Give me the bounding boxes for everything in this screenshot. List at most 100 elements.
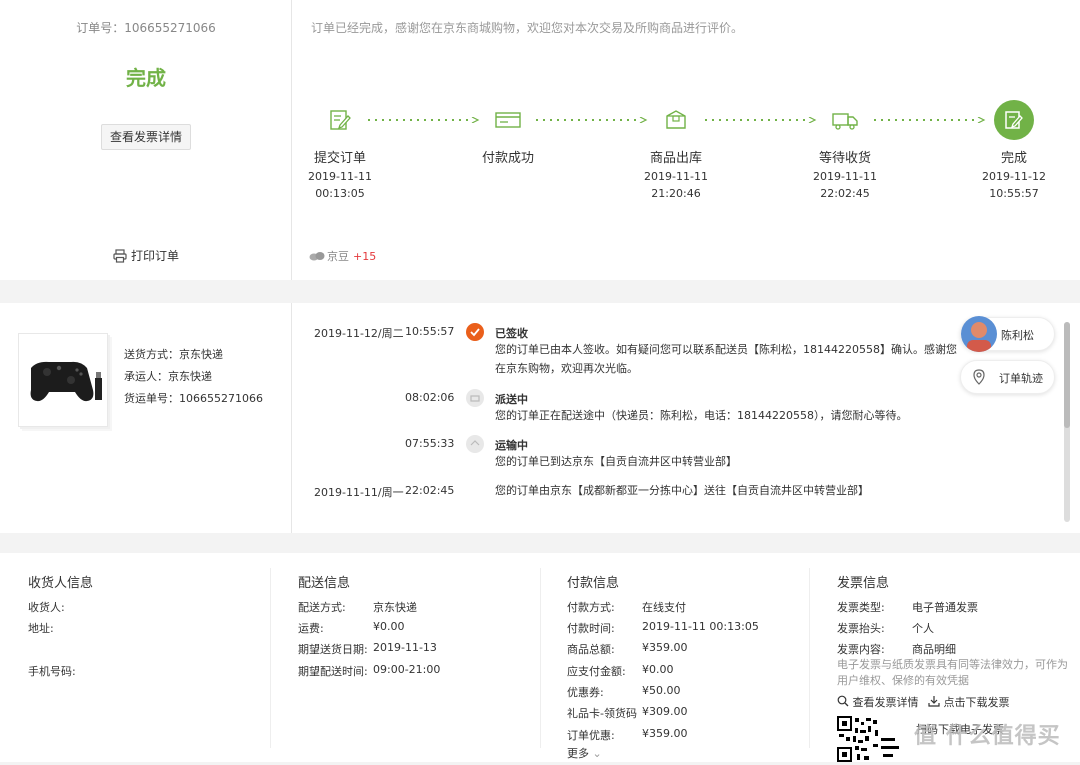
download-invoice-link[interactable]: 点击下载发票 (928, 696, 1010, 709)
step-date: 2019-11-11 (813, 170, 877, 183)
card-icon (488, 100, 528, 140)
step-submit-order: 提交订单 2019-11-11 00:13:05 (290, 100, 390, 200)
event-text: 您的订单已由本人签收。如有疑问您可以联系配送员【陈利松，18144220558】… (495, 343, 957, 375)
delivery-info: 配送信息 配送方式: 京东快递 运费: ¥0.00 期望送货日期: 2019-11-1… (270, 553, 540, 762)
print-order-label: 打印订单 (130, 249, 179, 263)
payment-info: 付款信息 付款方式: 在线支付 付款时间: 2019-11-11 00:13:05 … (539, 553, 809, 762)
download-invoice-label: 点击下载发票 (943, 696, 1010, 709)
step-label: 提交订单 (313, 151, 366, 166)
tracking-number: 货运单号：106655271066 (124, 392, 263, 405)
step-label: 等待收货 (818, 151, 871, 166)
payment-value: ¥309.00 (642, 705, 688, 718)
phone-label: 手机号码: (28, 665, 76, 678)
jd-beans: 京豆 +15 (309, 248, 376, 264)
delivery-value: 京东快递 (373, 601, 417, 614)
receiver-info: 收货人信息 收货人: 地址: 手机号码: (0, 553, 270, 762)
step-label: 商品出库 (649, 151, 702, 166)
avatar (961, 316, 997, 352)
invoice-key: 发票内容: (837, 643, 885, 656)
truck-icon (825, 100, 865, 140)
shipping-carrier: 承运人：京东快递 (124, 370, 212, 383)
payment-key: 优惠券: (567, 686, 604, 699)
download-icon (928, 696, 940, 707)
print-order-link[interactable]: 打印订单 (0, 247, 292, 264)
step-awaiting-delivery: 等待收货 2019-11-11 22:02:45 (795, 100, 895, 200)
order-status-panel: 订单号：106655271066 完成 查看发票详情 打印订单 订单已经完成，感… (0, 0, 1080, 280)
receiver-heading: 收货人信息 (28, 576, 94, 591)
printer-icon (113, 249, 127, 263)
courier-name: 陈利松 (1001, 329, 1034, 342)
chevron-down-icon: ⌄ (592, 747, 602, 760)
step-date: 2019-11-11 (308, 170, 372, 183)
payment-key: 应支付金额: (567, 665, 626, 678)
event-date: 2019-11-12/周二 (314, 327, 404, 340)
watermark: 值 什么值得买 (914, 724, 1061, 749)
order-number: 订单号：106655271066 (76, 21, 216, 35)
delivery-heading: 配送信息 (298, 576, 351, 591)
invoice-links: 查看发票详情 点击下载发票 (837, 694, 1010, 710)
event-time: 10:55:57 (405, 325, 455, 338)
order-track-button[interactable]: 订单轨迹 (960, 360, 1055, 394)
step-label: 完成 (1000, 151, 1027, 166)
timeline-scrollbar[interactable] (1064, 322, 1070, 522)
logistics-panel: 送货方式：京东快递 承运人：京东快递 货运单号：106655271066 201… (0, 303, 1080, 533)
step-time: 22:02:45 (820, 187, 870, 200)
progress-connector (368, 117, 480, 123)
step-time: 21:20:46 (651, 187, 701, 200)
step-date: 2019-11-12 (982, 170, 1046, 183)
delivery-key: 期望送货日期: (298, 643, 368, 656)
progress-connector (705, 117, 817, 123)
event-time: 08:02:06 (405, 391, 455, 404)
event-date: 2019-11-11/周一 (314, 486, 404, 499)
event-time: 22:02:45 (405, 484, 455, 497)
step-time: 10:55:57 (989, 187, 1039, 200)
product-image[interactable] (18, 333, 108, 427)
event-title: 派送中 (495, 393, 528, 406)
invoice-key: 发票类型: (837, 601, 885, 614)
search-icon (837, 695, 849, 707)
event-text: 您的订单由京东【成都新都亚一分拣中心】送往【自贡自流井区中转营业部】 (495, 484, 869, 497)
step-outbound: 商品出库 2019-11-11 21:20:46 (626, 100, 726, 200)
invoice-heading: 发票信息 (837, 576, 890, 591)
event-time: 07:55:33 (405, 437, 455, 450)
delivery-icon (466, 389, 484, 407)
order-track-label: 订单轨迹 (999, 372, 1043, 385)
delivery-value: ¥0.00 (373, 620, 405, 633)
courier-contact[interactable]: 陈利松 (960, 316, 1055, 352)
payment-value: ¥359.00 (642, 641, 688, 654)
jd-beans-label: 京豆 (327, 250, 349, 263)
location-pin-icon (972, 369, 986, 388)
progress-connector (536, 117, 648, 123)
jd-bean-icon (309, 252, 325, 261)
payment-value: ¥0.00 (642, 663, 674, 676)
step-label: 付款成功 (481, 151, 534, 166)
view-invoice-label: 查看发票详情 (852, 696, 919, 709)
step-payment: 付款成功 (458, 100, 558, 170)
delivery-value: 09:00-21:00 (373, 663, 441, 676)
step-time: 00:13:05 (315, 187, 365, 200)
shipping-method: 送货方式：京东快递 (124, 348, 223, 361)
event-title: 已签收 (495, 327, 528, 340)
event-text: 您的订单正在配送途中（快递员：陈利松，电话：18144220558），请您耐心等… (495, 409, 908, 422)
address-label: 地址: (28, 622, 54, 635)
controller-icon (30, 361, 102, 402)
thanks-message: 订单已经完成，感谢您在京东商城购物，欢迎您对本次交易及所购商品进行评价。 (311, 21, 744, 35)
payment-value: ¥50.00 (642, 684, 681, 697)
more-link[interactable]: 更多 ⌄ (567, 745, 602, 761)
receiver-name-label: 收货人: (28, 601, 65, 614)
payment-key: 礼品卡-领货码 (567, 707, 637, 720)
invoice-value: 商品明细 (912, 643, 956, 656)
payment-key: 付款时间: (567, 622, 615, 635)
order-status: 完成 (126, 66, 166, 90)
payment-value: 2019-11-11 00:13:05 (642, 620, 759, 633)
payment-heading: 付款信息 (567, 576, 620, 591)
view-invoice-button[interactable]: 查看发票详情 (101, 124, 191, 150)
step-complete: 完成 2019-11-12 10:55:57 (964, 100, 1064, 200)
delivery-key: 期望配送时间: (298, 665, 368, 678)
scrollbar-thumb[interactable] (1064, 322, 1070, 428)
view-invoice-link[interactable]: 查看发票详情 (837, 695, 919, 709)
delivery-key: 配送方式: (298, 601, 346, 614)
invoice-qr-code[interactable] (837, 716, 907, 762)
check-icon (466, 323, 484, 341)
product-shipping: 送货方式：京东快递 承运人：京东快递 货运单号：106655271066 (0, 303, 292, 533)
